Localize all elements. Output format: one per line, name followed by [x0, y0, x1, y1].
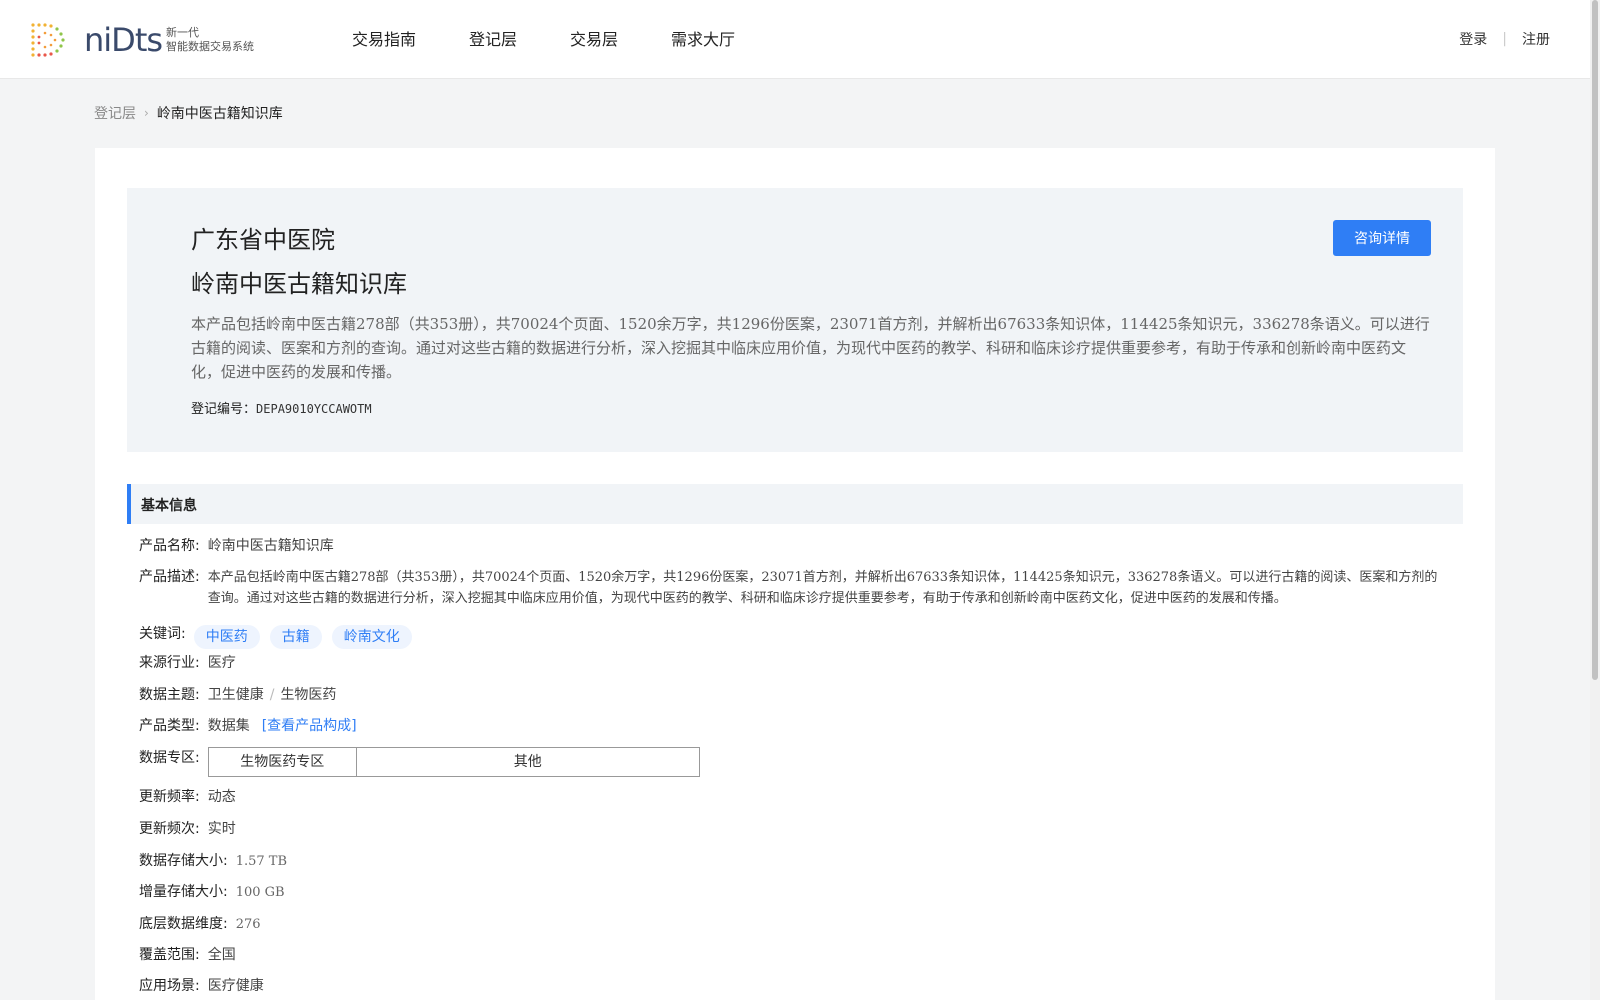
- info-row-type: 产品类型: 数据集 [查看产品构成]: [139, 716, 357, 737]
- info-row-coverage: 覆盖范围: 全国: [139, 945, 236, 966]
- nav-trading-layer[interactable]: 交易层: [570, 0, 618, 79]
- info-label: 数据存储大小:: [139, 853, 228, 869]
- info-label: 产品名称:: [139, 538, 200, 554]
- product-summary: 本产品包括岭南中医古籍278部（共353册），共70024个页面、1520余万字…: [191, 315, 1430, 381]
- logo-subtitle-line-1: 新一代: [166, 26, 200, 39]
- info-value-incr: 100 GB: [235, 885, 285, 900]
- main-nav: 交易指南 登记层 交易层 需求大厅: [352, 0, 788, 79]
- logo[interactable]: niDts 新一代 智能数据交易系统: [30, 20, 254, 60]
- info-label: 更新频率:: [139, 789, 200, 805]
- info-row-keywords: 关键词: 中医药 古籍 岭南文化: [139, 619, 422, 649]
- info-row-desc: 产品描述: 本产品包括岭南中医古籍278部（共353册），共70024个页面、1…: [139, 567, 1439, 609]
- info-value-dim: 276: [235, 917, 261, 932]
- page-scrollbar[interactable]: [1590, 0, 1600, 1000]
- nav-registration-layer[interactable]: 登记层: [469, 0, 517, 79]
- info-row-theme: 数据主题: 卫生健康 / 生物医药: [139, 685, 336, 706]
- info-value-desc: 本产品包括岭南中医古籍278部（共353册），共70024个页面、1520余万字…: [207, 570, 1438, 606]
- info-label: 来源行业:: [139, 655, 200, 671]
- keyword-tag[interactable]: 中医药: [193, 625, 260, 649]
- registration-number: 登记编号：DEPA9010YCCAWOTM: [191, 398, 372, 417]
- info-row-incr: 增量存储大小: 100 GB: [139, 882, 285, 903]
- info-label: 产品描述:: [139, 569, 200, 585]
- logo-dots-icon: [31, 23, 65, 57]
- info-value-name: 岭南中医古籍知识库: [207, 538, 334, 554]
- logo-wordmark: niDts: [84, 21, 163, 59]
- info-value-theme-2: 生物医药: [280, 687, 337, 703]
- info-label: 数据主题:: [139, 687, 200, 703]
- info-row-storage: 数据存储大小: 1.57 TB: [139, 851, 287, 872]
- info-value-storage: 1.57 TB: [235, 854, 288, 869]
- info-row-times: 更新频次: 实时: [139, 819, 236, 840]
- nav-trading-guide[interactable]: 交易指南: [352, 0, 416, 79]
- registration-code: DEPA9010YCCAWOTM: [256, 402, 372, 416]
- info-label: 数据专区:: [139, 750, 200, 766]
- info-label: 关键词:: [139, 625, 186, 642]
- info-row-industry: 来源行业: 医疗: [139, 653, 236, 674]
- info-label: 更新频次:: [139, 821, 200, 837]
- zone-cell: 生物医药专区: [207, 747, 357, 777]
- registration-label: 登记编号：: [191, 402, 257, 417]
- nav-demand-hall[interactable]: 需求大厅: [671, 0, 735, 79]
- breadcrumb: 登记层 › 岭南中医古籍知识库: [94, 103, 283, 123]
- top-header: niDts 新一代 智能数据交易系统 交易指南 登记层 交易层 需求大厅 登录 …: [0, 0, 1590, 79]
- breadcrumb-parent[interactable]: 登记层: [94, 103, 136, 123]
- info-row-dim: 底层数据维度: 276: [139, 914, 261, 935]
- breadcrumb-current: 岭南中医古籍知识库: [156, 106, 283, 122]
- data-zone-table: 生物医药专区 其他: [207, 747, 700, 777]
- info-value-theme-1: 卫生健康: [207, 687, 264, 703]
- info-label: 底层数据维度:: [139, 916, 228, 932]
- info-row-scene: 应用场景: 医疗健康: [139, 976, 264, 997]
- info-value-times: 实时: [207, 821, 236, 837]
- section-title: 基本信息: [141, 498, 197, 514]
- info-value-scene: 医疗健康: [207, 978, 264, 994]
- consult-details-button[interactable]: 咨询详情: [1333, 220, 1431, 256]
- keyword-tag[interactable]: 岭南文化: [331, 625, 412, 649]
- auth-divider: |: [1502, 31, 1507, 47]
- info-value-freq: 动态: [207, 789, 236, 805]
- chevron-right-icon: ›: [144, 106, 149, 120]
- info-row-zone: 数据专区: 生物医药专区 其他: [139, 747, 700, 777]
- theme-separator: /: [269, 687, 275, 703]
- info-row-freq: 更新频率: 动态: [139, 787, 236, 808]
- info-value-coverage: 全国: [207, 947, 236, 963]
- logo-subtitle: 新一代 智能数据交易系统: [166, 26, 254, 54]
- info-value-industry: 医疗: [207, 655, 236, 671]
- logo-subtitle-line-2: 智能数据交易系统: [166, 40, 255, 53]
- info-label: 增量存储大小:: [139, 884, 228, 900]
- info-label: 应用场景:: [139, 978, 200, 994]
- zone-cell: 其他: [355, 747, 700, 777]
- info-row-name: 产品名称: 岭南中医古籍知识库: [139, 536, 334, 557]
- scrollbar-thumb[interactable]: [1592, 0, 1598, 680]
- product-hero: 广东省中医院 岭南中医古籍知识库 本产品包括岭南中医古籍278部（共353册），…: [127, 188, 1463, 452]
- product-title: 岭南中医古籍知识库: [191, 270, 407, 298]
- product-card: 广东省中医院 岭南中医古籍知识库 本产品包括岭南中医古籍278部（共353册），…: [95, 148, 1495, 1000]
- info-value-type: 数据集: [207, 718, 250, 734]
- section-header-basic-info: 基本信息: [127, 484, 1463, 524]
- info-label: 产品类型:: [139, 718, 200, 734]
- info-label: 覆盖范围:: [139, 947, 200, 963]
- login-link[interactable]: 登录: [1459, 29, 1487, 49]
- auth-links: 登录 | 注册: [1459, 29, 1550, 49]
- view-product-composition-link[interactable]: [查看产品构成]: [262, 716, 357, 737]
- keyword-tag[interactable]: 古籍: [269, 625, 322, 649]
- register-link[interactable]: 注册: [1522, 29, 1550, 49]
- provider-name: 广东省中医院: [191, 226, 335, 254]
